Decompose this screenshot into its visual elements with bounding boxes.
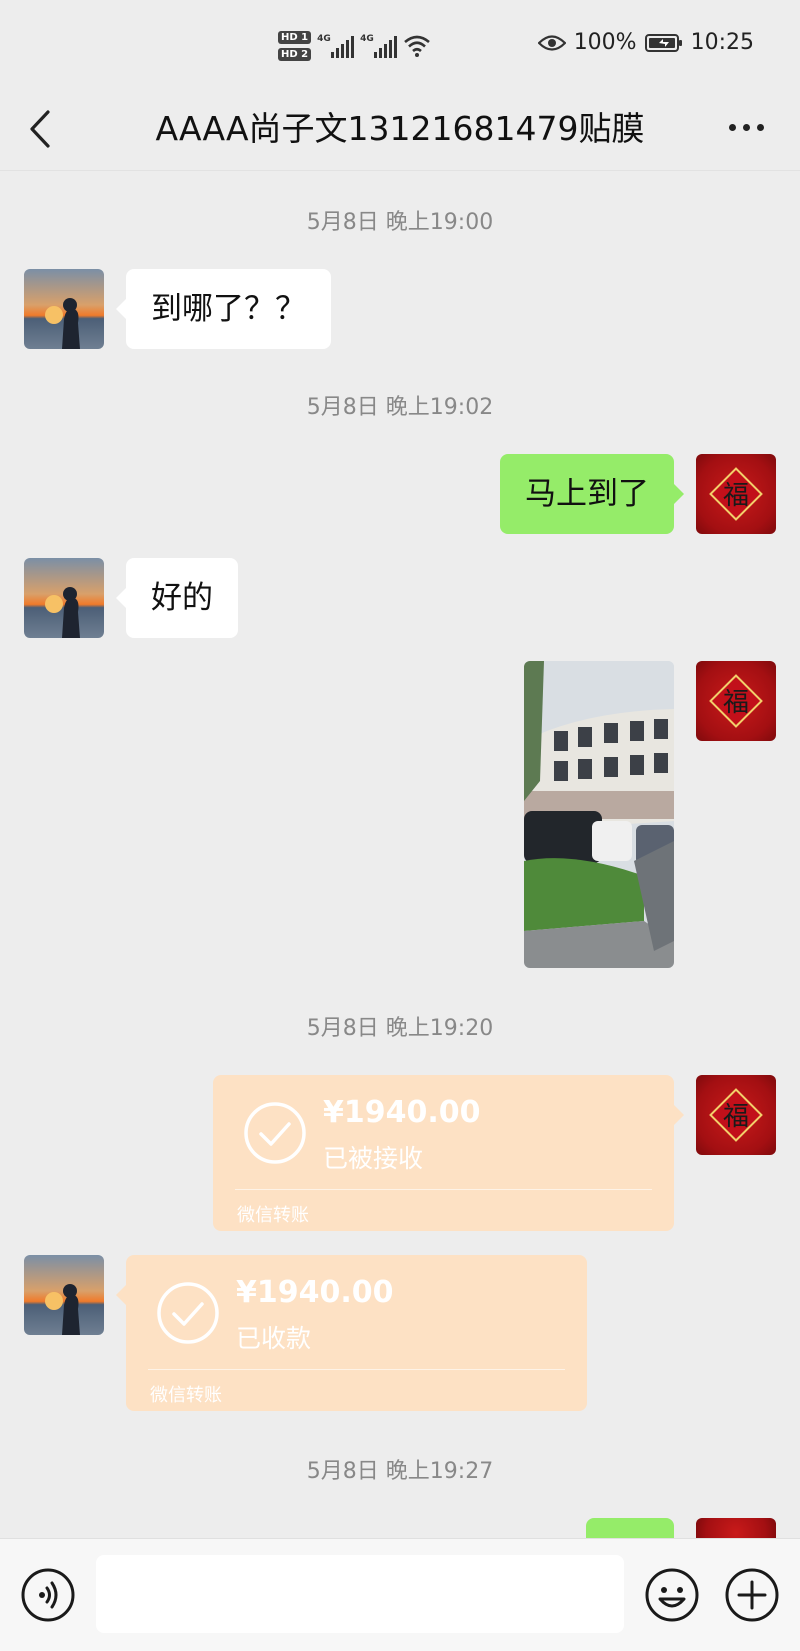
message-bubble-incoming[interactable]: 好的	[116, 558, 238, 638]
contact-avatar[interactable]	[24, 269, 104, 349]
network-type-2: 4G	[360, 34, 374, 44]
wifi-icon	[404, 35, 430, 57]
chat-header: AAAA尚子文13121681479贴膜	[0, 88, 800, 170]
network-indicators: HD 1 HD 2 4G 4G	[278, 26, 431, 66]
battery-icon	[644, 33, 682, 52]
check-circle-icon	[244, 1102, 306, 1164]
signal-icon-2: 4G	[360, 34, 398, 58]
transfer-card-incoming[interactable]: ¥1940.00 已收款 微信转账	[116, 1255, 587, 1411]
contact-avatar[interactable]	[24, 1255, 104, 1335]
transfer-divider	[235, 1189, 652, 1190]
header-divider	[0, 170, 800, 171]
timestamp: 5月8日 晚上19:00	[306, 210, 494, 235]
check-circle-icon	[157, 1282, 219, 1344]
status-bar: HD 1 HD 2 4G 4G 100% 10:25	[0, 0, 800, 90]
network-type-1: 4G	[317, 34, 331, 44]
message-input[interactable]	[96, 1555, 624, 1633]
my-avatar[interactable]: 福	[696, 454, 776, 534]
transfer-label: 微信转账	[150, 1385, 222, 1406]
timestamp: 5月8日 晚上19:27	[306, 1459, 494, 1484]
timestamp: 5月8日 晚上19:02	[306, 395, 494, 420]
timestamp: 5月8日 晚上19:20	[306, 1016, 494, 1041]
input-bar	[0, 1538, 800, 1651]
chat-title: AAAA尚子文13121681479贴膜	[155, 109, 645, 148]
signal-icon: 4G	[317, 34, 355, 58]
hd2-badge: HD 2	[278, 48, 312, 61]
transfer-status: 已收款	[236, 1324, 312, 1353]
battery-percent: 100%	[573, 30, 637, 55]
transfer-divider	[148, 1369, 565, 1370]
svg-text:福: 福	[723, 481, 749, 511]
my-avatar[interactable]: 福	[696, 661, 776, 741]
transfer-amount: ¥1940.00	[323, 1095, 481, 1130]
more-options-icon[interactable]	[729, 124, 764, 131]
image-message[interactable]	[524, 661, 674, 968]
transfer-amount: ¥1940.00	[236, 1275, 394, 1310]
contact-avatar[interactable]	[24, 558, 104, 638]
message-bubble-outgoing[interactable]: 马上到了	[500, 454, 684, 534]
voice-icon[interactable]	[20, 1567, 76, 1623]
hd1-badge: HD 1	[278, 31, 312, 44]
message-bubble-incoming[interactable]: 到哪了？？	[116, 269, 331, 349]
clock: 10:25	[690, 30, 754, 55]
svg-text:福: 福	[723, 1102, 749, 1132]
plus-icon[interactable]	[724, 1567, 780, 1623]
status-right: 100% 10:25	[537, 30, 754, 55]
transfer-label: 微信转账	[237, 1205, 309, 1226]
my-avatar[interactable]: 福	[696, 1075, 776, 1155]
emoji-icon[interactable]	[644, 1567, 700, 1623]
transfer-card-outgoing[interactable]: ¥1940.00 已被接收 微信转账	[213, 1075, 684, 1231]
svg-text:福: 福	[723, 688, 749, 718]
back-arrow-icon[interactable]	[24, 104, 64, 154]
transfer-status: 已被接收	[323, 1144, 424, 1173]
eye-icon	[537, 34, 566, 51]
